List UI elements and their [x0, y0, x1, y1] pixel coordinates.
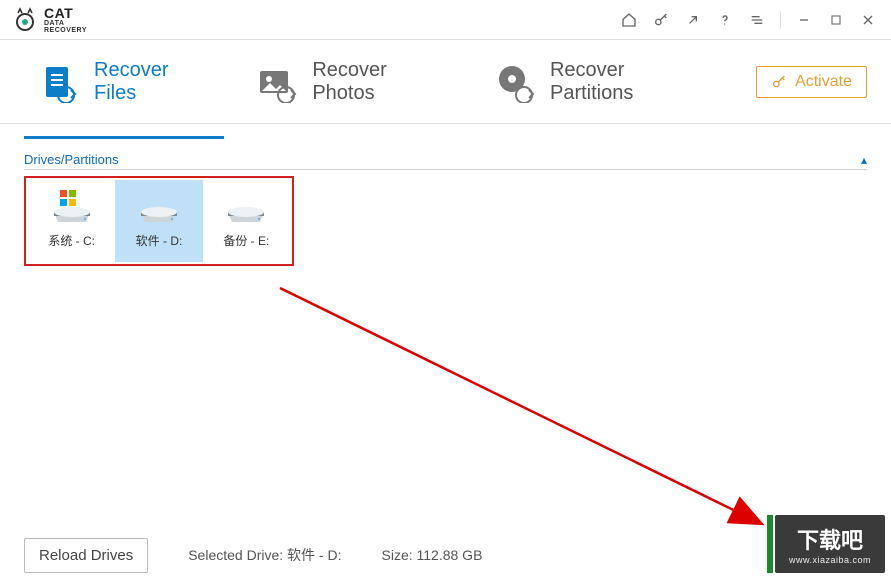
watermark-overlay: 下载吧 www.xiazaiba.com — [775, 515, 885, 573]
minimize-icon — [796, 12, 812, 28]
cat-logo-icon — [12, 7, 38, 33]
size-status: Size: 112.88 GB — [382, 547, 483, 563]
close-button[interactable] — [853, 5, 883, 35]
help-button[interactable] — [710, 5, 740, 35]
home-button[interactable] — [614, 5, 644, 35]
drives-list: 系统 - C: 软件 - D: 备份 - E: — [24, 176, 294, 266]
key-icon — [771, 74, 787, 90]
drive-label: 软件 - D: — [136, 232, 183, 249]
main-area: Drives/Partitions ▴ 系统 - C: 软件 - D: 备份 -… — [0, 124, 891, 525]
title-bar: CAT DATA RECOVERY — [0, 0, 891, 40]
drive-item[interactable]: 备份 - E: — [203, 180, 290, 262]
partitions-icon — [494, 61, 536, 103]
drive-label: 系统 - C: — [48, 232, 95, 249]
reload-drives-button[interactable]: Reload Drives — [24, 538, 148, 573]
share-button[interactable] — [678, 5, 708, 35]
tab-recover-partitions[interactable]: Recover Partitions — [480, 45, 720, 119]
help-icon — [717, 12, 733, 28]
selected-drive-status: Selected Drive: 软件 - D: — [188, 545, 341, 565]
photos-icon — [256, 61, 298, 103]
mode-tabs: Recover Files Recover Photos Recover Par… — [0, 40, 891, 124]
brand-main: CAT — [44, 6, 87, 20]
separator — [780, 11, 781, 29]
maximize-icon — [828, 12, 844, 28]
drive-label: 备份 - E: — [223, 232, 269, 249]
scan-button-edge[interactable] — [767, 515, 773, 573]
brand-sub: DATA RECOVERY — [44, 20, 87, 34]
settings-button[interactable] — [742, 5, 772, 35]
drive-item[interactable]: 软件 - D: — [115, 180, 202, 262]
tab-label: Recover Photos — [312, 59, 448, 105]
drive-item[interactable]: 系统 - C: — [28, 180, 115, 262]
app-logo: CAT DATA RECOVERY — [12, 6, 87, 34]
titlebar-buttons — [614, 5, 883, 35]
tab-recover-files[interactable]: Recover Files — [24, 45, 224, 119]
minimize-button[interactable] — [789, 5, 819, 35]
activate-label: Activate — [795, 73, 852, 91]
key-icon — [653, 12, 669, 28]
maximize-button[interactable] — [821, 5, 851, 35]
key-button[interactable] — [646, 5, 676, 35]
tab-label: Recover Partitions — [550, 59, 706, 105]
collapse-toggle[interactable]: ▴ — [861, 153, 867, 167]
wm-text: 下载吧 — [797, 523, 863, 555]
tab-label: Recover Files — [94, 59, 210, 105]
home-icon — [621, 12, 637, 28]
footer-bar: Reload Drives Selected Drive: 软件 - D: Si… — [0, 525, 891, 585]
files-icon — [38, 61, 80, 103]
activate-button[interactable]: Activate — [756, 66, 867, 98]
wm-url: www.xiazaiba.com — [789, 555, 871, 565]
close-icon — [860, 12, 876, 28]
section-header: Drives/Partitions ▴ — [24, 152, 867, 170]
tab-recover-photos[interactable]: Recover Photos — [242, 45, 462, 119]
section-title: Drives/Partitions — [24, 152, 119, 167]
share-arrow-icon — [685, 12, 701, 28]
settings-icon — [749, 12, 765, 28]
